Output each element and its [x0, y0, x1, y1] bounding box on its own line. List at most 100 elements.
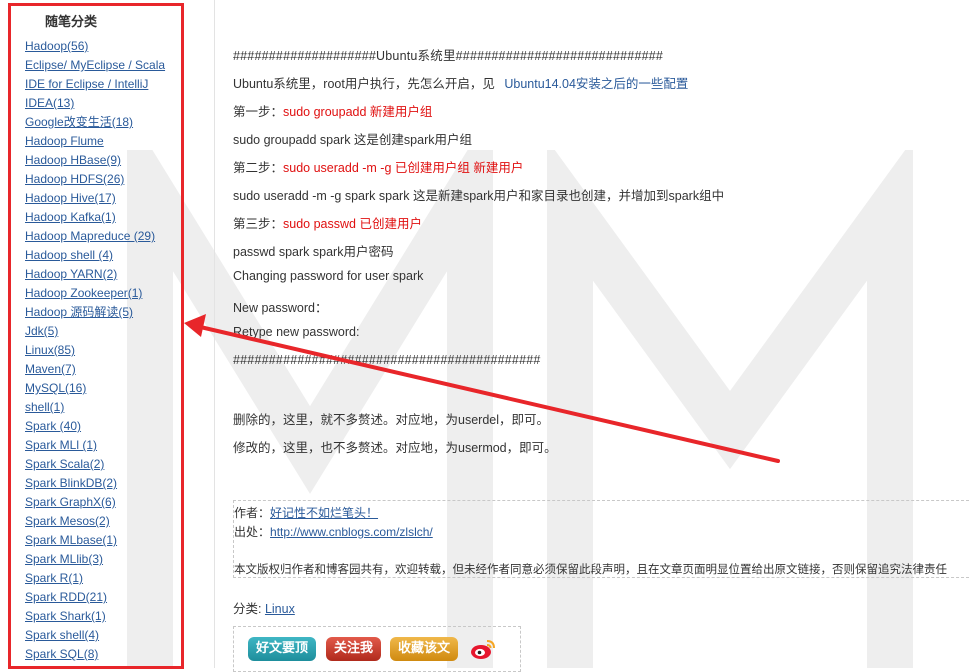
recommend-button[interactable]: 好文要顶: [248, 637, 317, 661]
category-link[interactable]: MySQL(16): [25, 381, 86, 395]
category-item: Spark MLl (1): [25, 438, 165, 457]
category-link[interactable]: Spark (40): [25, 419, 81, 433]
category-link[interactable]: Spark Mesos(2): [25, 514, 110, 528]
category-link[interactable]: Hadoop HDFS(26): [25, 172, 124, 186]
category-item: Hadoop Hive(17): [25, 191, 165, 210]
category-item: Spark Mesos(2): [25, 514, 165, 533]
category-link[interactable]: Hadoop Zookeeper(1): [25, 286, 142, 300]
category-link[interactable]: Spark R(1): [25, 571, 83, 585]
category-item: Eclipse/ MyEclipse / Scala: [25, 58, 165, 77]
category-link[interactable]: Spark MLbase(1): [25, 533, 117, 547]
step3-label: 第三步：: [233, 217, 284, 231]
post-category: 分类: Linux: [233, 598, 295, 617]
category-link[interactable]: Spark SQL(8): [25, 647, 98, 661]
category-list: Hadoop(56) Eclipse/ MyEclipse / Scala IDE …: [25, 39, 165, 666]
category-link[interactable]: Google改变生活(18): [25, 115, 133, 129]
category-item: Spark MLbase(1): [25, 533, 165, 552]
category-item: Hadoop Flume: [25, 134, 165, 153]
category-link[interactable]: Hadoop 源码解读(5): [25, 305, 133, 319]
category-item: Jdk(5): [25, 324, 165, 343]
category-item: Hadoop Zookeeper(1): [25, 286, 165, 305]
step2-command: sudo useradd -m -g 已创建用户组 新建用户: [283, 161, 524, 175]
source-link[interactable]: http://www.cnblogs.com/zlslch/: [270, 525, 433, 539]
author-label: 作者：: [234, 506, 271, 520]
category-link[interactable]: Spark Scala(2): [25, 457, 104, 471]
category-link[interactable]: Hadoop Kafka(1): [25, 210, 116, 224]
category-item: Spark shell(4): [25, 628, 165, 647]
category-item: Spark BlinkDB(2): [25, 476, 165, 495]
action-buttons: 好文要顶 关注我 收藏该文: [233, 626, 521, 672]
category-link[interactable]: Jdk(5): [25, 324, 58, 338]
category-link[interactable]: Spark MLl (1): [25, 438, 97, 452]
category-link[interactable]: Hadoop Flume: [25, 134, 104, 148]
intro-link[interactable]: Ubuntu14.04安装之后的一些配置: [504, 77, 688, 91]
category-sidebar: 随笔分类 Hadoop(56) Eclipse/ MyEclipse / Scal…: [8, 3, 184, 669]
category-link[interactable]: Eclipse/ MyEclipse / Scala: [25, 58, 165, 72]
retype-password-line: Retype new password:: [233, 325, 360, 339]
step1-command: sudo groupadd 新建用户组: [283, 105, 433, 119]
category-link[interactable]: IDE for Eclipse / IntelliJ: [25, 77, 148, 91]
header-separator: ####################Ubuntu系统里###########…: [233, 49, 664, 63]
delete-note: 删除的，这里，就不多赘述。对应地，为userdel，即可。: [233, 413, 549, 427]
category-link[interactable]: Spark RDD(21): [25, 590, 107, 604]
copyright-notice: 本文版权归作者和博客园共有，欢迎转载，但未经作者同意必须保留此段声明，且在文章页…: [234, 564, 947, 576]
category-item: Linux(85): [25, 343, 165, 362]
weibo-share-icon[interactable]: [470, 637, 496, 661]
category-item: MySQL(16): [25, 381, 165, 400]
category-link[interactable]: Hadoop shell (4): [25, 248, 113, 262]
category-link[interactable]: Spark GraphX(6): [25, 495, 116, 509]
category-item: Spark MLlib(3): [25, 552, 165, 571]
category-item: Hadoop HDFS(26): [25, 172, 165, 191]
category-item: Hadoop Mapreduce (29): [25, 229, 165, 248]
step1-example: sudo groupadd spark 这是创建spark用户组: [233, 133, 472, 147]
category-item: Maven(7): [25, 362, 165, 381]
category-label: 分类:: [233, 602, 265, 616]
favorite-button[interactable]: 收藏该文: [390, 637, 459, 661]
sidebar-title: 随笔分类: [45, 14, 98, 29]
changing-password-line: Changing password for user spark: [233, 269, 424, 283]
category-link[interactable]: shell(1): [25, 400, 64, 414]
category-item: shell(1): [25, 400, 165, 419]
category-link[interactable]: IDEA(13): [25, 96, 74, 110]
source-label: 出处：: [234, 525, 271, 539]
category-link[interactable]: Linux(85): [25, 343, 75, 357]
follow-button[interactable]: 关注我: [326, 637, 382, 661]
category-item: Spark SQL(8): [25, 647, 165, 666]
category-item: Spark Scala(2): [25, 457, 165, 476]
category-item: Spark Shark(1): [25, 609, 165, 628]
author-link[interactable]: 好记性不如烂笔头！: [270, 506, 378, 520]
source-row: 出处：http://www.cnblogs.com/zlslch/: [234, 523, 433, 540]
step1-label: 第一步：: [233, 105, 284, 119]
intro-line: Ubuntu系统里，root用户执行，先怎么开启，见 Ubuntu14.04安装…: [233, 73, 688, 92]
category-item: Spark (40): [25, 419, 165, 438]
intro-text: Ubuntu系统里，root用户执行，先怎么开启，见: [233, 77, 495, 91]
category-item: Hadoop shell (4): [25, 248, 165, 267]
category-link[interactable]: Spark shell(4): [25, 628, 99, 642]
column-divider: [214, 0, 215, 668]
step2-line: 第二步：sudo useradd -m -g 已创建用户组 新建用户: [233, 157, 523, 176]
category-link[interactable]: Hadoop(56): [25, 39, 88, 53]
post-body: ####################Ubuntu系统里###########…: [233, 0, 969, 672]
category-link[interactable]: Spark MLlib(3): [25, 552, 103, 566]
category-item: IDEA(13): [25, 96, 165, 115]
author-row: 作者：好记性不如烂笔头！: [234, 504, 378, 521]
step3-command: sudo passwd 已创建用户: [283, 217, 422, 231]
category-item: Hadoop(56): [25, 39, 165, 58]
category-link[interactable]: Maven(7): [25, 362, 76, 376]
step3-line: 第三步：sudo passwd 已创建用户: [233, 213, 422, 232]
category-link[interactable]: Spark BlinkDB(2): [25, 476, 117, 490]
category-item: Hadoop HBase(9): [25, 153, 165, 172]
step2-example: sudo useradd -m -g spark spark 这是新建spark…: [233, 189, 725, 203]
footer-separator: ########################################…: [233, 353, 541, 367]
category-item: Hadoop Kafka(1): [25, 210, 165, 229]
category-link[interactable]: Spark Shark(1): [25, 609, 106, 623]
author-signature: 作者：好记性不如烂笔头！ 出处：http://www.cnblogs.com/z…: [233, 500, 969, 578]
category-link[interactable]: Linux: [265, 602, 295, 616]
category-item: Spark R(1): [25, 571, 165, 590]
category-link[interactable]: Hadoop Hive(17): [25, 191, 116, 205]
category-link[interactable]: Hadoop YARN(2): [25, 267, 117, 281]
category-link[interactable]: Hadoop HBase(9): [25, 153, 121, 167]
category-link[interactable]: Hadoop Mapreduce (29): [25, 229, 155, 243]
category-item: Hadoop YARN(2): [25, 267, 165, 286]
category-item: Spark GraphX(6): [25, 495, 165, 514]
